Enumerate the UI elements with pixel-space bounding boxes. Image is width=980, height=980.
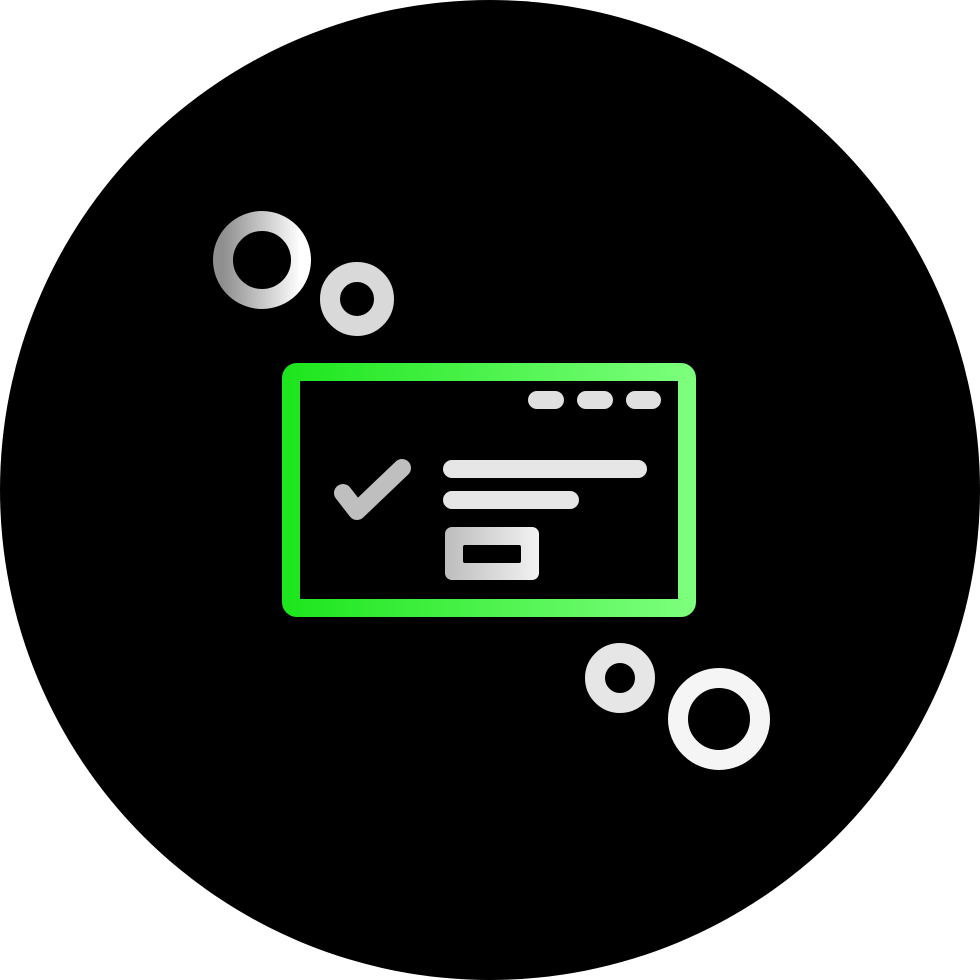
background-circle — [0, 0, 980, 980]
window-dot-icon — [577, 391, 613, 409]
text-line-short — [443, 491, 579, 509]
button-inner-slot — [463, 545, 521, 563]
window-dot-icon — [626, 391, 661, 409]
action-button — [445, 527, 539, 580]
window-control-dots — [528, 391, 661, 409]
window-dot-icon — [528, 391, 564, 409]
browser-window-approval-icon — [0, 0, 980, 980]
text-line-long — [443, 460, 647, 478]
icon-canvas — [0, 0, 980, 980]
